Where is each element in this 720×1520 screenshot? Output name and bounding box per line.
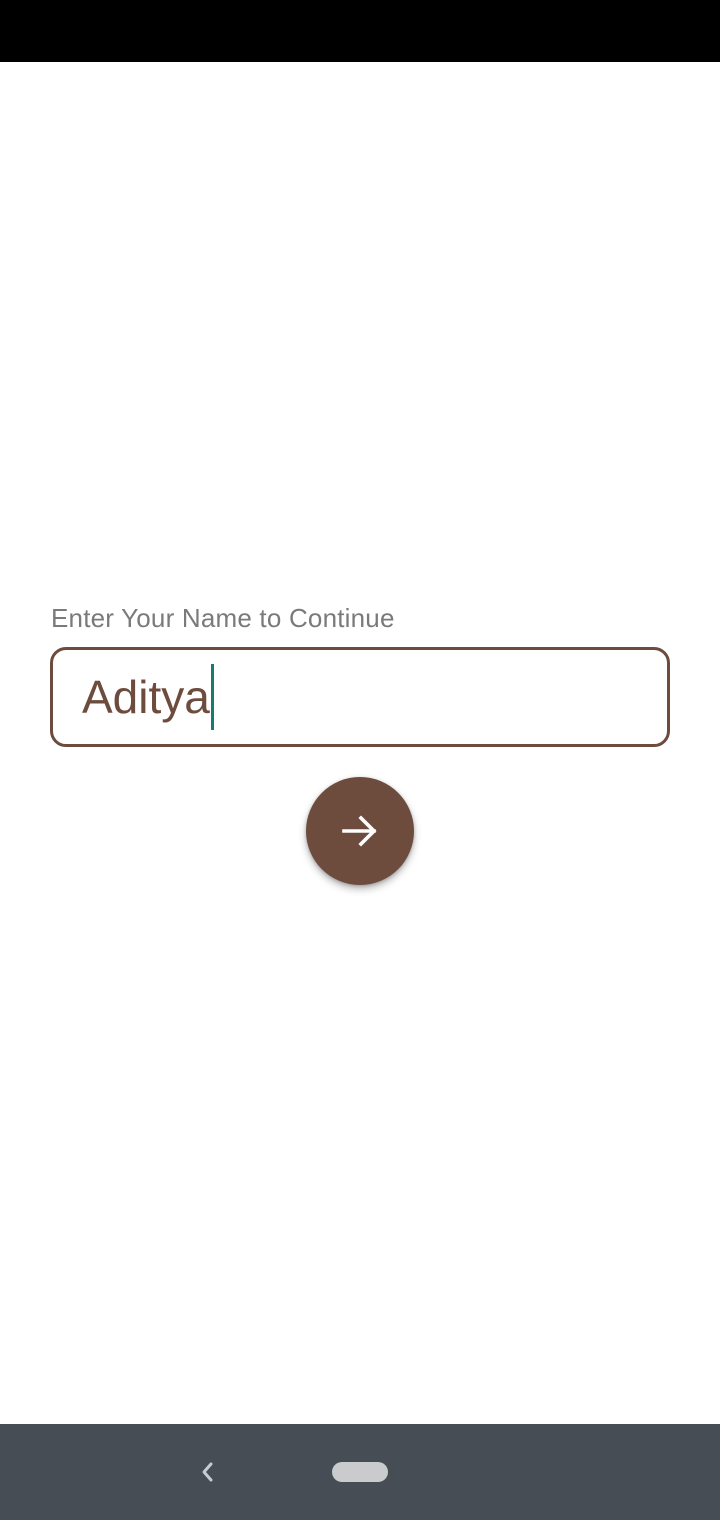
back-button[interactable] xyxy=(193,1457,221,1487)
name-entry-screen: Enter Your Name to Continue Aditya xyxy=(0,62,720,1424)
name-input-field[interactable]: Aditya xyxy=(50,647,670,747)
system-navigation-bar xyxy=(0,1424,720,1520)
status-bar xyxy=(0,0,720,62)
text-cursor xyxy=(210,664,214,730)
continue-button[interactable] xyxy=(306,777,414,885)
name-prompt-label: Enter Your Name to Continue xyxy=(51,603,395,633)
name-input-value[interactable]: Aditya xyxy=(82,674,210,720)
chevron-left-icon xyxy=(202,1462,213,1482)
arrow-right-icon xyxy=(342,815,377,847)
home-pill-icon[interactable] xyxy=(332,1462,388,1482)
